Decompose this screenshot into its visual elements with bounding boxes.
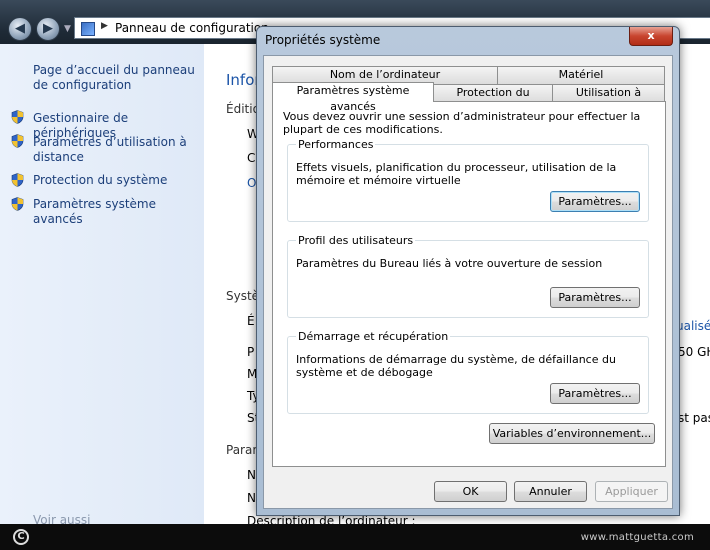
performance-settings-button[interactable]: Paramètres... (550, 191, 640, 212)
shield-icon (11, 110, 24, 124)
system-heading: Systè (226, 289, 260, 303)
user-profiles-settings-button[interactable]: Paramètres... (550, 287, 640, 308)
close-button[interactable]: x (629, 27, 673, 46)
control-panel-icon (81, 22, 95, 36)
system-properties-dialog: Propriétés système x Nom de l’ordinateur… (256, 26, 680, 516)
startup-recovery-settings-button[interactable]: Paramètres... (550, 383, 640, 404)
advanced-tab-panel: Vous devez ouvrir une session d’administ… (272, 101, 666, 467)
left-nav-pane: Page d’accueil du panneau de configurati… (0, 44, 204, 527)
ok-button[interactable]: OK (434, 481, 507, 502)
apply-button[interactable]: Appliquer (595, 481, 668, 502)
shield-icon (11, 134, 24, 148)
environment-variables-button[interactable]: Variables d’environnement... (489, 423, 655, 444)
tab-advanced-system-settings[interactable]: Paramètres système avancés (272, 82, 434, 113)
processor-speed-fragment: 50 GH (678, 345, 710, 359)
edition-heading: Éditio (226, 102, 260, 116)
close-icon: x (647, 29, 655, 42)
copyright-line: C (247, 151, 256, 165)
user-profiles-group-label: Profil des utilisateurs (296, 234, 416, 247)
tab-hardware[interactable]: Matériel (497, 66, 665, 84)
tab-system-protection[interactable]: Protection du système (433, 84, 553, 115)
startup-recovery-group: Démarrage et récupération Informations d… (287, 330, 649, 414)
recent-pages-dropdown-icon[interactable]: ▼ (64, 24, 71, 34)
arrow-right-icon: ▶ (43, 21, 53, 36)
dialog-body: Nom de l’ordinateur Matériel Paramètres … (263, 55, 673, 509)
sidebar-item-system-protection[interactable]: Protection du système (33, 173, 198, 188)
processor-line: P (247, 345, 255, 359)
full-name-line: N (247, 491, 256, 505)
control-panel-home-link[interactable]: Page d’accueil du panneau de configurati… (33, 63, 198, 93)
back-button[interactable]: ◀ (8, 17, 32, 41)
address-breadcrumb[interactable]: Panneau de configuration (115, 21, 269, 35)
dialog-title: Propriétés système (265, 33, 381, 47)
sidebar-item-remote-settings[interactable]: Paramètres d’utilisation à distance (33, 135, 198, 165)
shield-icon (11, 173, 24, 187)
performance-description: Effets visuels, planification du process… (296, 161, 617, 187)
arrow-left-icon: ◀ (15, 21, 25, 36)
startup-recovery-group-label: Démarrage et récupération (296, 330, 451, 343)
breadcrumb-arrow-icon[interactable]: ▶ (101, 21, 108, 31)
performance-group-label: Performances (296, 138, 376, 151)
watermark: www.mattguetta.com (580, 532, 694, 543)
pen-touch-fragment: st pas (678, 411, 710, 425)
computer-name-line: N (247, 468, 256, 482)
copyright-icon: C (13, 529, 29, 545)
performance-group: Performances Effets visuels, planificati… (287, 138, 649, 222)
user-profiles-group: Profil des utilisateurs Paramètres du Bu… (287, 234, 649, 318)
sidebar-item-advanced-settings[interactable]: Paramètres système avancés (33, 197, 198, 227)
tab-remote[interactable]: Utilisation à distance (552, 84, 665, 115)
footer-bar: C www.mattguetta.com (0, 524, 710, 550)
rating-link-fragment[interactable]: ualisé. (676, 319, 710, 333)
cancel-button[interactable]: Annuler (514, 481, 587, 502)
startup-recovery-description: Informations de démarrage du système, de… (296, 353, 616, 379)
rating-line: É (247, 314, 255, 328)
forward-button[interactable]: ▶ (36, 17, 60, 41)
user-profiles-description: Paramètres du Bureau liés à votre ouvert… (296, 257, 603, 270)
shield-icon (11, 197, 24, 211)
